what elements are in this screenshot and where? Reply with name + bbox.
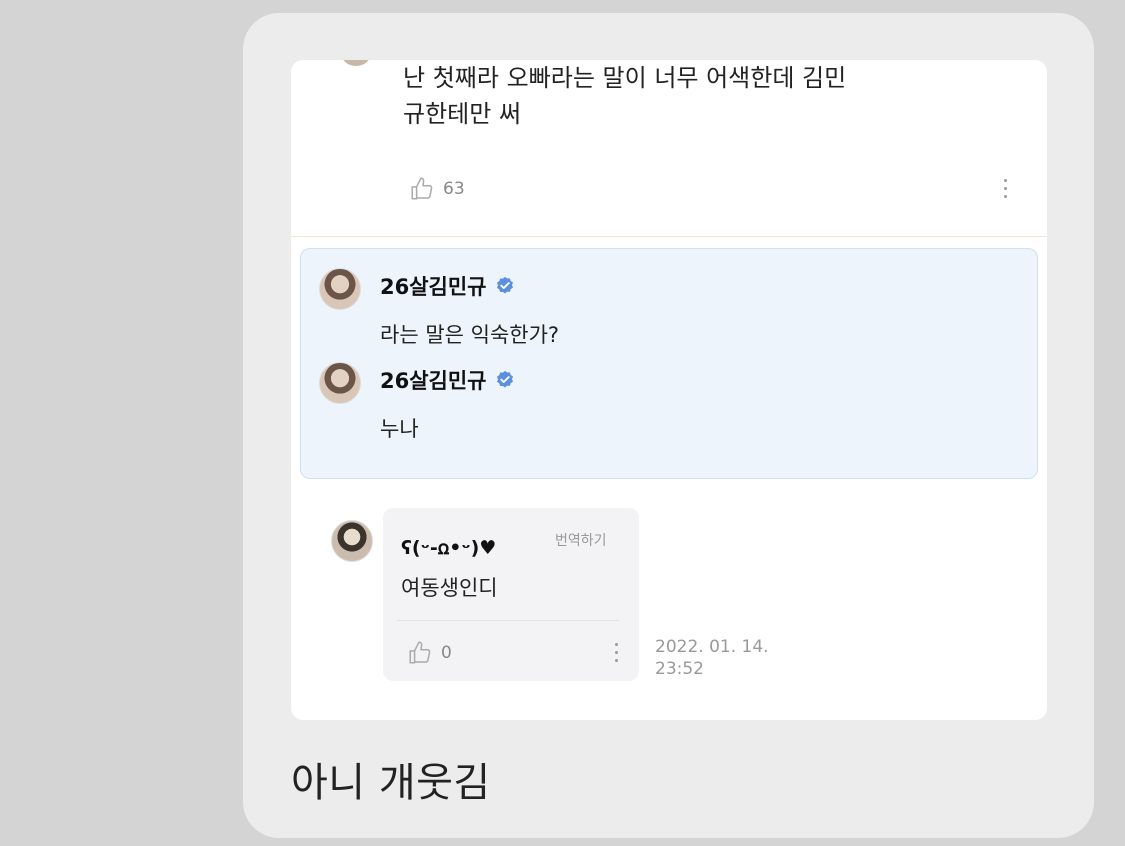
- reply-username[interactable]: ʕ(ᵕ-ꭥ•ᵕ)♥: [401, 534, 496, 560]
- comment-username[interactable]: 26살김민규: [380, 365, 515, 395]
- comment-text: 난 첫째라 오빠라는 말이 너무 어색한데 김민 규한테만 써: [403, 60, 963, 132]
- like-count: 0: [441, 643, 452, 663]
- reply-message: 여동생인디: [401, 576, 498, 600]
- username-label: 26살김민규: [380, 275, 487, 299]
- timestamp: 2022. 01. 14. 23:52: [655, 636, 805, 680]
- divider: [291, 236, 1047, 237]
- avatar: [341, 60, 371, 66]
- more-vertical-icon[interactable]: [613, 643, 619, 662]
- comment-text-line: 난 첫째라 오빠라는 말이 너무 어색한데 김민: [403, 64, 847, 92]
- like-count: 63: [443, 179, 465, 199]
- verified-badge-icon: [496, 370, 513, 388]
- like-button[interactable]: 63: [409, 176, 465, 202]
- translate-link[interactable]: 번역하기: [555, 530, 607, 550]
- embedded-screenshot: 난 첫째라 오빠라는 말이 너무 어색한데 김민 규한테만 써 63 26살김민…: [291, 60, 1047, 720]
- avatar: [319, 268, 361, 310]
- highlighted-comment-box: 26살김민규 라는 말은 익숙한가? 26살김민규 누나: [300, 248, 1038, 479]
- divider: [397, 620, 619, 621]
- more-vertical-icon[interactable]: [1002, 179, 1008, 198]
- reply-card: ʕ(ᵕ-ꭥ•ᵕ)♥ 번역하기 여동생인디 0: [383, 508, 639, 681]
- comment-message: 라는 말은 익숙한가?: [380, 323, 560, 347]
- username-label: 26살김민규: [380, 369, 487, 393]
- comment-text-line: 규한테만 써: [403, 100, 522, 128]
- thumbs-up-icon: [409, 641, 431, 664]
- like-button[interactable]: 0: [407, 640, 452, 666]
- time-label: 23:52: [655, 659, 704, 679]
- date-label: 2022. 01. 14.: [655, 637, 769, 657]
- message-caption: 아니 개웃김: [291, 760, 491, 806]
- verified-badge-icon: [496, 276, 513, 294]
- avatar: [331, 520, 373, 562]
- avatar: [319, 362, 361, 404]
- comment-username[interactable]: 26살김민규: [380, 271, 515, 301]
- thumbs-up-icon: [411, 177, 433, 200]
- comment-message: 누나: [380, 417, 419, 441]
